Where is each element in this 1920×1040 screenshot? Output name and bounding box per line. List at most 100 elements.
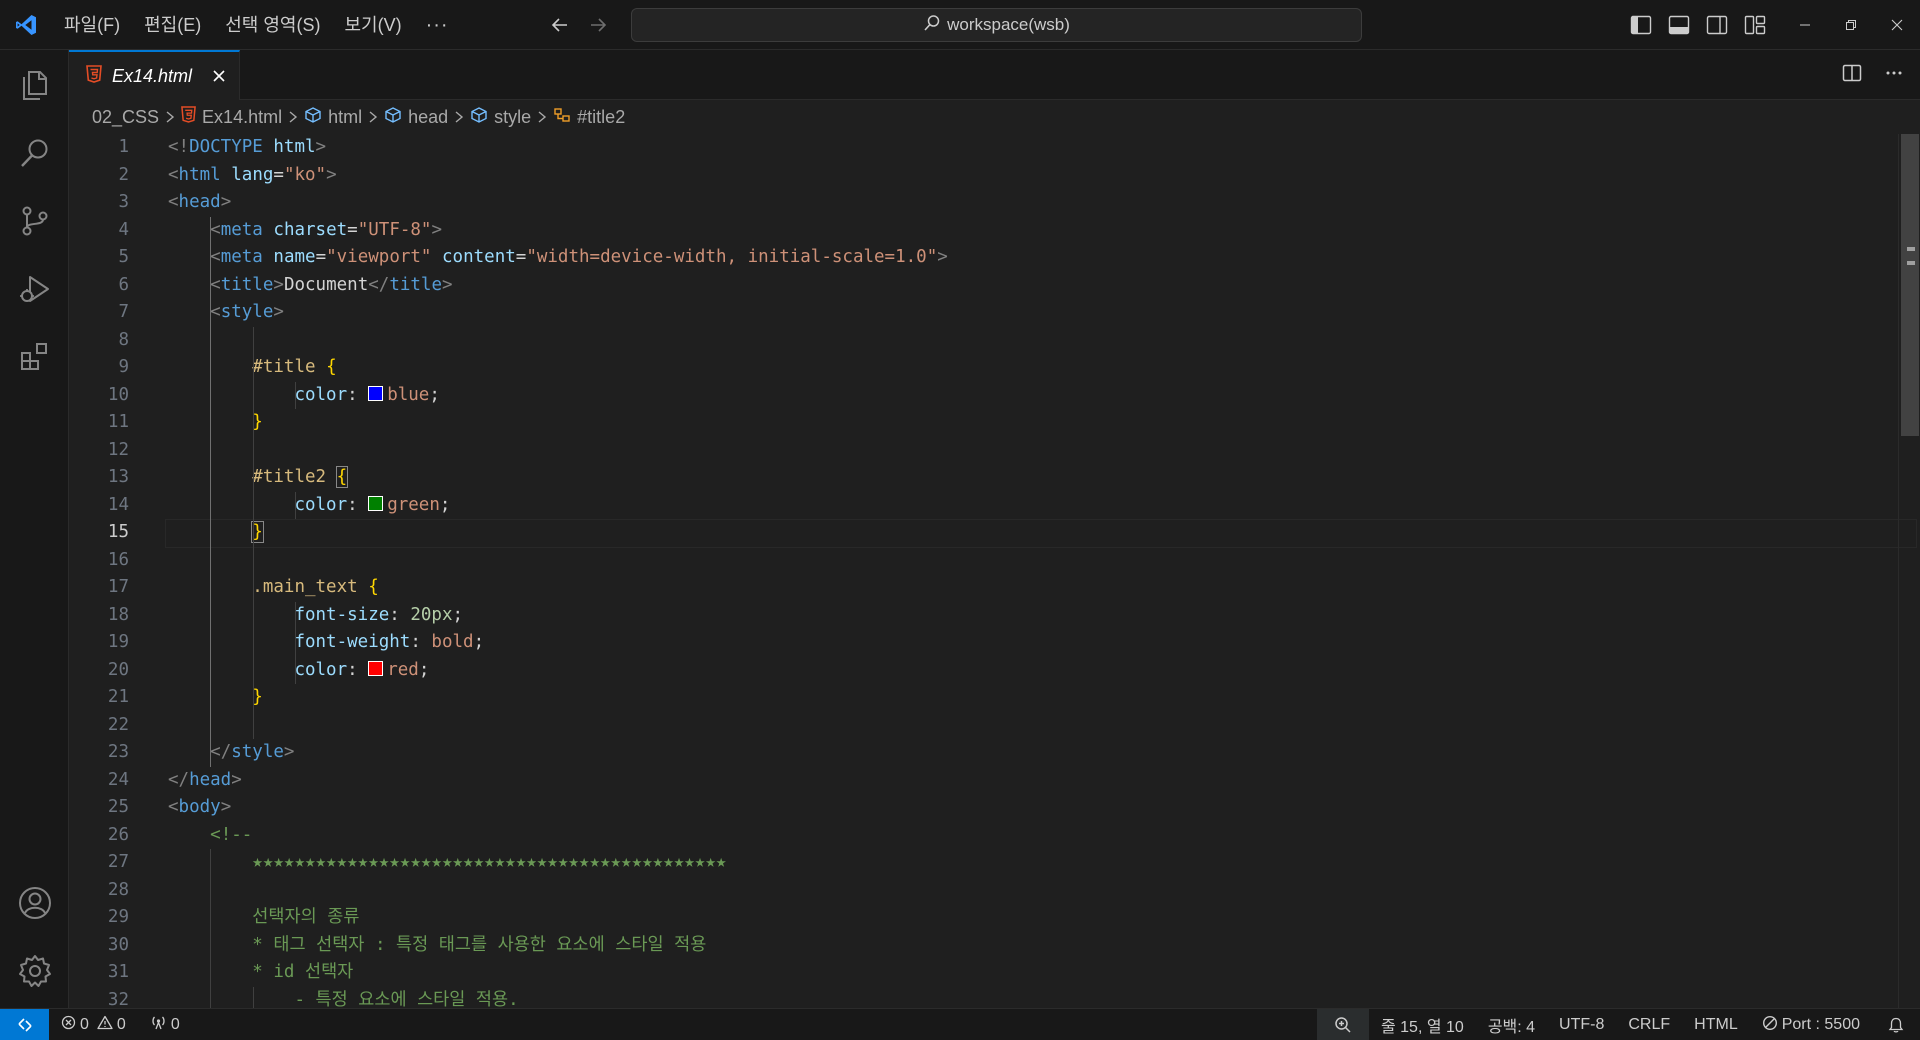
code-line[interactable]: 9 #title { bbox=[69, 354, 1920, 382]
symbol-element-icon bbox=[384, 106, 402, 128]
split-editor-icon[interactable] bbox=[1842, 63, 1862, 87]
more-actions-icon[interactable] bbox=[1884, 63, 1904, 87]
cursor-position[interactable]: 줄 15, 열 10 bbox=[1369, 1009, 1476, 1040]
title-bar: 파일(F) 편집(E) 선택 영역(S) 보기(V) ··· workspace… bbox=[0, 0, 1920, 50]
menu-more[interactable]: ··· bbox=[414, 0, 461, 50]
code-text: } bbox=[251, 521, 264, 543]
code-line[interactable]: 27 ★★★★★★★★★★★★★★★★★★★★★★★★★★★★★★★★★★★★★… bbox=[69, 849, 1920, 877]
ports-indicator[interactable]: 0 bbox=[142, 1009, 188, 1040]
manage-gear-icon[interactable] bbox=[0, 938, 69, 1004]
close-icon[interactable] bbox=[1874, 0, 1920, 50]
code-line[interactable]: 1 <!DOCTYPE html> bbox=[69, 134, 1920, 162]
scrollbar-thumb[interactable] bbox=[1901, 134, 1919, 436]
menu-view[interactable]: 보기(V) bbox=[332, 0, 413, 50]
command-center-search[interactable]: workspace(wsb) bbox=[631, 8, 1362, 42]
customize-layout-icon[interactable] bbox=[1736, 0, 1774, 50]
code-editor[interactable]: 1 <!DOCTYPE html> 2 <html lang="ko"> 3 <head>… bbox=[69, 134, 1920, 1008]
activity-bar bbox=[0, 50, 69, 1008]
remote-icon[interactable] bbox=[0, 1008, 49, 1040]
code-line[interactable]: 18 font-size: 20px; bbox=[69, 602, 1920, 630]
language-mode[interactable]: HTML bbox=[1682, 1009, 1750, 1040]
code-line[interactable]: 31 * id 선택자 bbox=[69, 959, 1920, 987]
breadcrumb-selector[interactable]: #title2 bbox=[553, 107, 625, 128]
search-icon bbox=[923, 14, 941, 37]
code-line[interactable]: 26 <!-- bbox=[69, 822, 1920, 850]
code-line[interactable]: 13 #title2 { bbox=[69, 464, 1920, 492]
code-line[interactable]: 21 } bbox=[69, 684, 1920, 712]
code-line[interactable]: 3 <head> bbox=[69, 189, 1920, 217]
code-line[interactable]: 2 <html lang="ko"> bbox=[69, 162, 1920, 190]
code-line[interactable]: 16 bbox=[69, 547, 1920, 575]
breadcrumb-style-label: style bbox=[494, 106, 532, 127]
source-control-icon[interactable] bbox=[0, 188, 69, 254]
extensions-icon[interactable] bbox=[0, 324, 69, 390]
minimize-icon[interactable] bbox=[1782, 0, 1828, 50]
code-line[interactable]: 17 .main_text { bbox=[69, 574, 1920, 602]
end-of-line[interactable]: CRLF bbox=[1616, 1009, 1682, 1040]
navigation-arrows bbox=[548, 0, 610, 50]
code-line[interactable]: 15 } bbox=[69, 519, 1920, 548]
code-line[interactable]: 24 </head> bbox=[69, 767, 1920, 795]
code-line[interactable]: 6 <title>Document</title> bbox=[69, 272, 1920, 300]
encoding[interactable]: UTF-8 bbox=[1547, 1009, 1616, 1040]
breadcrumb-html[interactable]: html bbox=[304, 107, 362, 128]
problems-indicator[interactable]: 0 0 bbox=[53, 1009, 134, 1040]
breadcrumb-style[interactable]: style bbox=[470, 107, 531, 128]
code-line[interactable]: 7 <style> bbox=[69, 299, 1920, 327]
code-line[interactable]: 20 color: red; bbox=[69, 657, 1920, 685]
indentation[interactable]: 공백: 4 bbox=[1476, 1009, 1547, 1040]
line-number: 2 bbox=[118, 164, 129, 185]
code-line[interactable]: 4 <meta charset="UTF-8"> bbox=[69, 217, 1920, 245]
code-text: ★★★★★★★★★★★★★★★★★★★★★★★★★★★★★★★★★★★★★★★★… bbox=[252, 852, 727, 872]
zoom-icon[interactable] bbox=[1316, 1009, 1369, 1040]
editor-vertical-scrollbar[interactable] bbox=[1898, 134, 1920, 1008]
code-line[interactable]: 32 - 특정 요소에 스타일 적용. bbox=[69, 987, 1920, 1009]
code-line[interactable]: 19 font-weight: bold; bbox=[69, 629, 1920, 657]
close-icon[interactable] bbox=[209, 66, 229, 86]
arrow-right-icon[interactable] bbox=[586, 13, 610, 37]
html5-file-icon bbox=[181, 106, 196, 128]
explorer-icon[interactable] bbox=[0, 52, 69, 118]
line-number: 22 bbox=[107, 714, 129, 735]
chevron-right-icon bbox=[454, 110, 464, 124]
code-line[interactable]: 23 </style> bbox=[69, 739, 1920, 767]
arrow-left-icon[interactable] bbox=[548, 13, 572, 37]
live-server-port[interactable]: Port : 5500 bbox=[1750, 1009, 1872, 1040]
breadcrumb-html-label: html bbox=[328, 106, 363, 127]
chevron-right-icon bbox=[537, 110, 547, 124]
menu-edit[interactable]: 편집(E) bbox=[132, 0, 213, 50]
run-debug-icon[interactable] bbox=[0, 256, 69, 322]
code-line[interactable]: 30 * 태그 선택자 : 특정 태그를 사용한 요소에 스타일 적용 bbox=[69, 932, 1920, 960]
menu-selection[interactable]: 선택 영역(S) bbox=[213, 0, 332, 50]
code-line[interactable]: 10 color: blue; bbox=[69, 382, 1920, 410]
breadcrumb-folder[interactable]: 02_CSS bbox=[92, 107, 159, 128]
color-swatch[interactable] bbox=[368, 660, 384, 676]
code-line[interactable]: 12 bbox=[69, 437, 1920, 465]
code-line[interactable]: 29 선택자의 종류 bbox=[69, 904, 1920, 932]
tab-label: Ex14.html bbox=[112, 65, 193, 86]
code-line[interactable]: 8 bbox=[69, 327, 1920, 355]
search-icon[interactable] bbox=[0, 120, 69, 186]
color-swatch[interactable] bbox=[368, 385, 384, 401]
code-line[interactable]: 25 <body> bbox=[69, 794, 1920, 822]
color-swatch[interactable] bbox=[368, 495, 384, 511]
code-text: <meta name="viewport" content="width=dev… bbox=[210, 247, 948, 267]
ports-count: 0 bbox=[170, 1015, 180, 1033]
breadcrumb-head[interactable]: head bbox=[384, 107, 448, 128]
code-line[interactable]: 14 color: green; bbox=[69, 492, 1920, 520]
breadcrumb-file[interactable]: Ex14.html bbox=[181, 106, 282, 128]
code-text: </head> bbox=[168, 769, 242, 790]
restore-icon[interactable] bbox=[1828, 0, 1874, 50]
tab-ex14-html[interactable]: Ex14.html bbox=[69, 50, 240, 100]
toggle-panel-icon[interactable] bbox=[1660, 0, 1698, 50]
bell-icon[interactable] bbox=[1872, 1009, 1920, 1040]
editor-tab-bar: Ex14.html bbox=[69, 50, 1920, 100]
code-line[interactable]: 11 } bbox=[69, 409, 1920, 437]
menu-file[interactable]: 파일(F) bbox=[52, 0, 132, 50]
toggle-primary-sidebar-icon[interactable] bbox=[1622, 0, 1660, 50]
code-line[interactable]: 22 bbox=[69, 712, 1920, 740]
accounts-icon[interactable] bbox=[0, 870, 69, 936]
code-line[interactable]: 28 bbox=[69, 877, 1920, 905]
code-line[interactable]: 5 <meta name="viewport" content="width=d… bbox=[69, 244, 1920, 272]
toggle-secondary-sidebar-icon[interactable] bbox=[1698, 0, 1736, 50]
